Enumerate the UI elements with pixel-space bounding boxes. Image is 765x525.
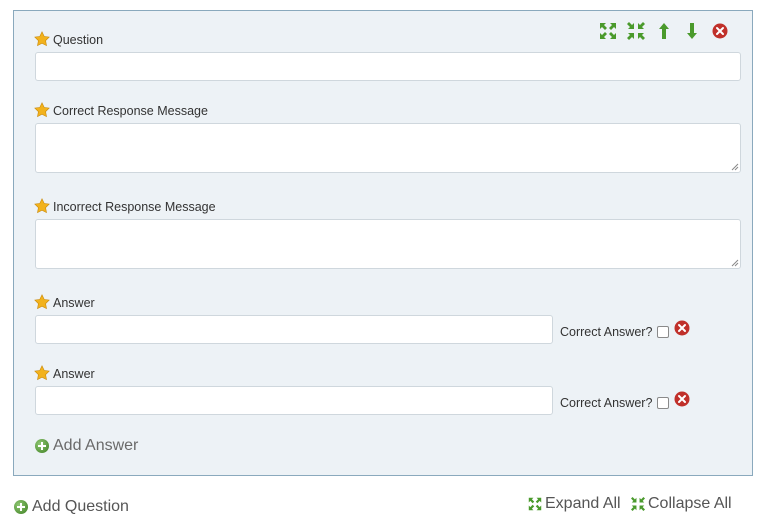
correct-answer-label: Correct Answer? — [560, 325, 653, 339]
incorrect-msg-label-row: Incorrect Response Message — [34, 198, 216, 214]
collapse-all-label: Collapse All — [648, 495, 732, 512]
correct-msg-label-row: Correct Response Message — [34, 102, 208, 118]
add-question-label: Add Question — [32, 498, 129, 515]
answer-label: Answer — [53, 367, 95, 381]
question-label-row: Question — [34, 31, 103, 47]
correct-answer-label: Correct Answer? — [560, 396, 653, 410]
collapse-icon[interactable] — [622, 21, 650, 41]
question-label: Question — [53, 33, 104, 47]
question-toolbar — [594, 21, 734, 41]
answer-input[interactable] — [35, 386, 553, 415]
correct-msg-textarea[interactable] — [35, 123, 741, 173]
question-panel: Question Correct Response Message Incorr… — [13, 10, 753, 476]
delete-icon[interactable] — [706, 21, 734, 41]
resize-grip-icon[interactable] — [731, 259, 739, 267]
expand-all-button[interactable]: Expand All — [528, 495, 621, 513]
delete-answer-icon[interactable] — [674, 391, 690, 407]
required-star-icon — [34, 198, 50, 214]
correct-answer-checkbox[interactable] — [657, 326, 670, 338]
correct-msg-label: Correct Response Message — [53, 104, 208, 118]
correct-answer-toggle: Correct Answer? — [560, 325, 670, 339]
required-star-icon — [34, 31, 50, 47]
incorrect-msg-label: Incorrect Response Message — [53, 200, 216, 214]
add-icon — [35, 439, 49, 453]
add-icon — [14, 500, 28, 514]
move-up-icon[interactable] — [650, 21, 678, 41]
required-star-icon — [34, 102, 50, 118]
collapse-icon — [631, 497, 645, 511]
incorrect-msg-wrapper — [35, 219, 741, 269]
expand-icon — [528, 497, 542, 511]
correct-msg-wrapper — [35, 123, 741, 173]
correct-answer-toggle: Correct Answer? — [560, 396, 670, 410]
add-question-button[interactable]: Add Question — [14, 498, 129, 516]
answer-label-row: Answer — [34, 294, 95, 310]
move-down-icon[interactable] — [678, 21, 706, 41]
answer-label: Answer — [53, 296, 95, 310]
delete-answer-icon[interactable] — [674, 320, 690, 336]
question-input[interactable] — [35, 52, 741, 81]
answer-input[interactable] — [35, 315, 553, 344]
collapse-all-button[interactable]: Collapse All — [631, 495, 732, 513]
answer-label-row: Answer — [34, 365, 95, 381]
required-star-icon — [34, 294, 50, 310]
required-star-icon — [34, 365, 50, 381]
incorrect-msg-textarea[interactable] — [35, 219, 741, 269]
expand-all-label: Expand All — [545, 495, 621, 512]
add-answer-label: Add Answer — [53, 437, 139, 454]
expand-icon[interactable] — [594, 21, 622, 41]
correct-answer-checkbox[interactable] — [657, 397, 670, 409]
resize-grip-icon[interactable] — [731, 163, 739, 171]
add-answer-button[interactable]: Add Answer — [35, 437, 138, 455]
